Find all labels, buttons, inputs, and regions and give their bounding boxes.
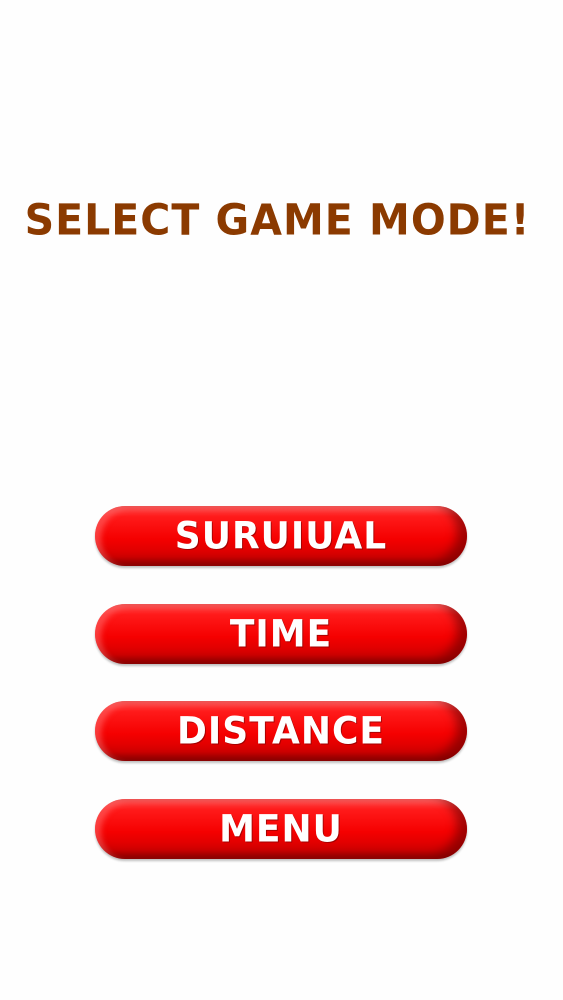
game-mode-screen: SELECT GAME MODE! SURUIUAL TIME DISTANCE… <box>0 0 563 1000</box>
distance-button[interactable]: DISTANCE <box>95 701 467 761</box>
survival-button[interactable]: SURUIUAL <box>95 506 467 566</box>
distance-button-label: DISTANCE <box>177 709 385 753</box>
menu-button-label: MENU <box>219 807 343 851</box>
time-button-label: TIME <box>229 612 333 656</box>
page-title: SELECT GAME MODE! <box>24 194 531 246</box>
time-button[interactable]: TIME <box>95 604 467 664</box>
menu-button[interactable]: MENU <box>95 799 467 859</box>
survival-button-label: SURUIUAL <box>174 514 388 558</box>
